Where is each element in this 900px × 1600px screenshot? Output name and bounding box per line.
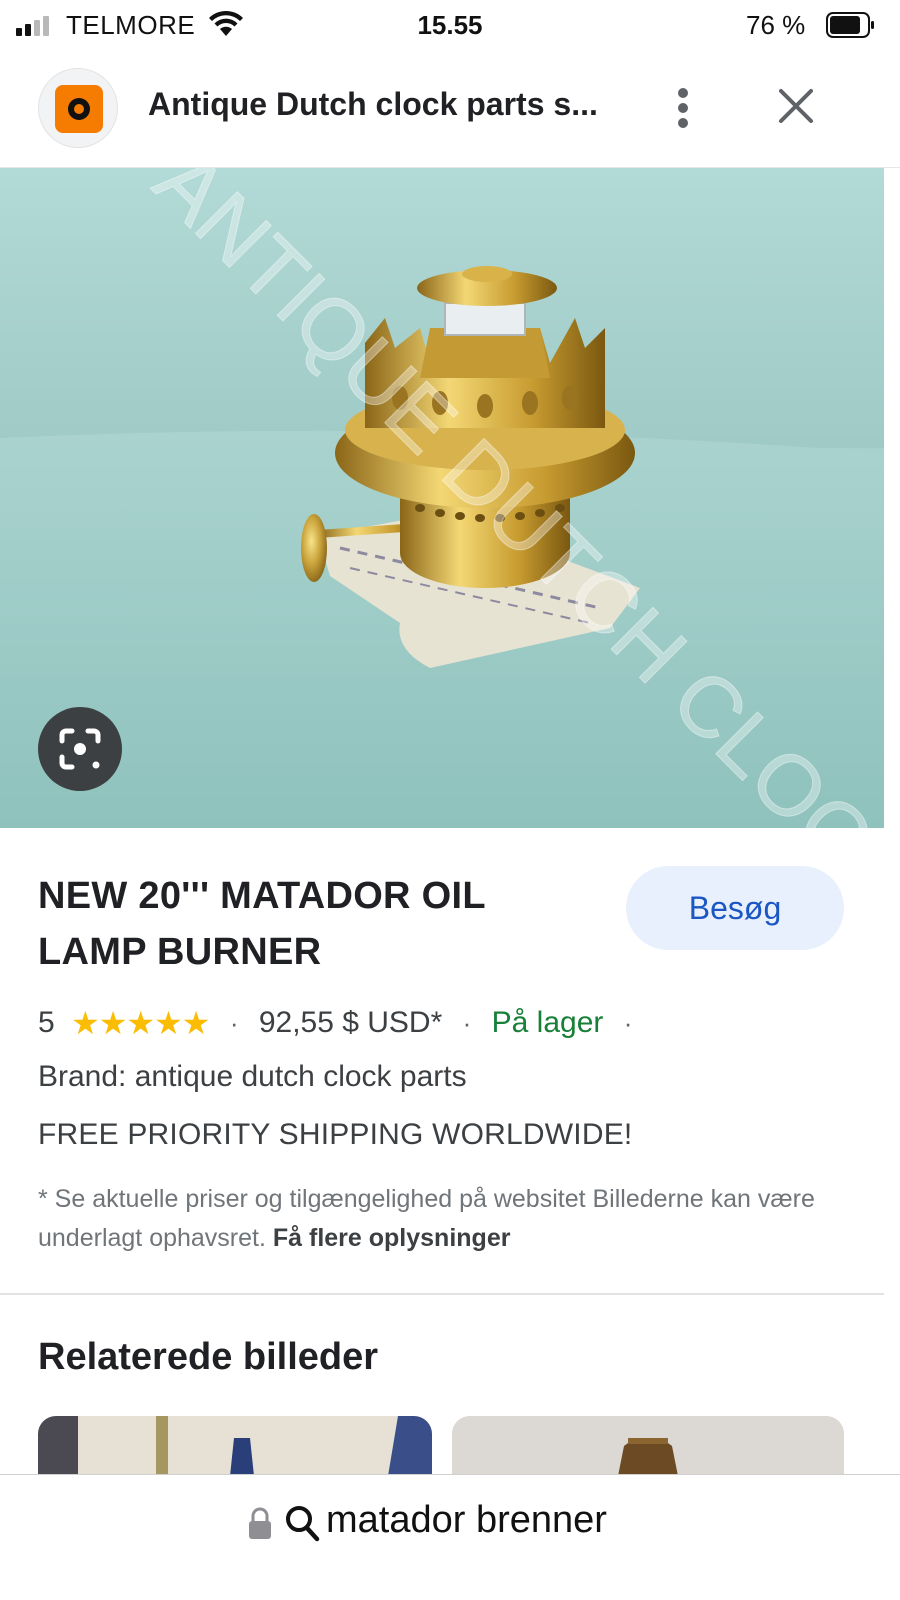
lock-icon (249, 1507, 271, 1539)
related-image-thumbnail[interactable] (452, 1416, 844, 1476)
product-image[interactable]: ANTIQUE DUTCH CLOCK (0, 168, 884, 828)
close-icon[interactable] (772, 82, 820, 130)
search-query[interactable]: matador brenner (326, 1499, 607, 1542)
rating-stars-icon: ★★★★★ (71, 1005, 210, 1042)
search-bar[interactable]: matador brenner (0, 1474, 900, 1600)
battery-percentage: 76 % (746, 10, 806, 40)
battery-icon (826, 12, 874, 38)
google-lens-icon[interactable] (38, 707, 122, 791)
product-title: NEW 20''' MATADOR OIL LAMP BURNER (38, 875, 486, 973)
stock-status: På lager (491, 1006, 604, 1040)
shipping-line: FREE PRIORITY SHIPPING WORLDWIDE! (38, 1118, 633, 1151)
related-image-thumbnail[interactable] (38, 1416, 432, 1476)
more-vert-icon[interactable] (668, 84, 698, 132)
separator-dot: · (462, 1008, 472, 1039)
visit-button[interactable]: Besøg (626, 866, 844, 950)
disclaimer: * Se aktuelle priser og tilgængelighed p… (38, 1180, 838, 1258)
separator-dot: · (229, 1008, 239, 1039)
status-bar: TELMORE 15.55 76 % (0, 0, 900, 50)
product-price: 92,55 $ USD* (258, 1006, 443, 1040)
oil-lamp-burner-photo: ANTIQUE DUTCH CLOCK (0, 168, 884, 828)
separator-dot: · (623, 1008, 633, 1039)
search-icon (286, 1506, 320, 1542)
result-source-title[interactable]: Antique Dutch clock parts s... (148, 86, 628, 123)
section-divider (0, 1293, 884, 1295)
result-header: Antique Dutch clock parts s... (0, 60, 900, 168)
product-meta-row: 5 ★★★★★ · 92,55 $ USD* · På lager · (38, 1000, 644, 1044)
site-logo-icon[interactable] (38, 68, 118, 148)
more-info-link[interactable]: Få flere oplysninger (273, 1224, 511, 1252)
brand-line: Brand: antique dutch clock parts (38, 1060, 467, 1093)
related-images-heading: Relaterede billeder (38, 1336, 379, 1378)
rating-value: 5 (38, 1006, 55, 1040)
